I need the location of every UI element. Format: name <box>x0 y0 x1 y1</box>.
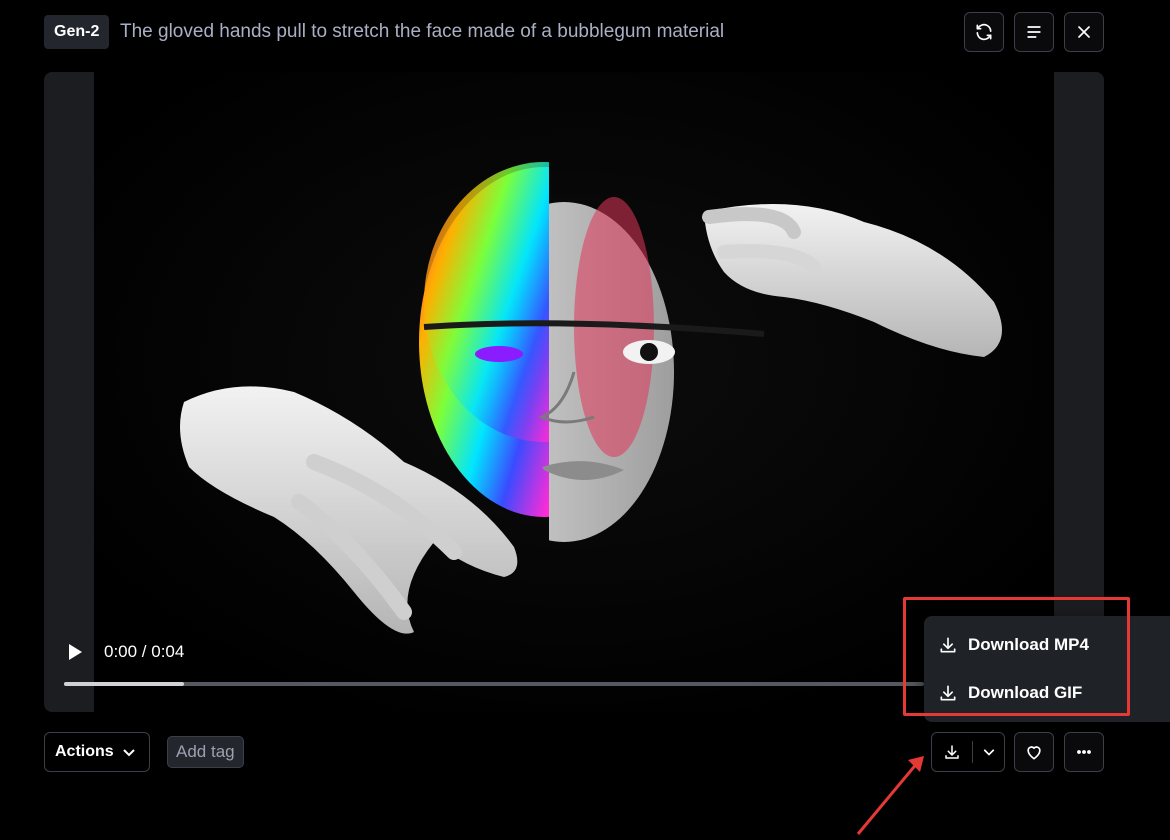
download-button[interactable] <box>932 733 972 771</box>
download-options-toggle[interactable] <box>973 733 1004 771</box>
actions-button[interactable]: Actions <box>44 732 150 772</box>
regenerate-button[interactable] <box>964 12 1004 52</box>
text-align-icon <box>1027 26 1041 38</box>
heart-icon <box>1027 746 1041 760</box>
chevron-down-icon <box>122 749 135 757</box>
close-icon <box>1078 26 1090 38</box>
prompt-title: The gloved hands pull to stretch the fac… <box>120 21 725 42</box>
video-thumbnail <box>94 72 1054 712</box>
play-icon[interactable] <box>66 643 84 661</box>
download-mp4-label: Download MP4 <box>968 635 1089 654</box>
favorite-button[interactable] <box>1014 732 1054 772</box>
add-tag-button[interactable]: Add tag <box>167 736 244 768</box>
annotation-arrow <box>856 756 924 835</box>
download-icon <box>940 637 956 653</box>
download-split-button <box>931 732 1005 772</box>
download-gif-label: Download GIF <box>968 683 1083 702</box>
more-horizontal-icon <box>1077 750 1091 754</box>
download-menu: Download MP4 Download GIF <box>924 616 1170 722</box>
seek-bar[interactable] <box>64 682 924 686</box>
model-badge: Gen-2 <box>44 15 110 49</box>
more-options-button[interactable] <box>1064 732 1104 772</box>
refresh-icon <box>976 23 992 41</box>
seek-bar-progress <box>64 682 185 686</box>
actions-label: Actions <box>55 743 114 760</box>
close-button[interactable] <box>1064 12 1104 52</box>
video-frame <box>94 72 1054 712</box>
chevron-down-icon <box>983 749 994 756</box>
download-gif-option[interactable]: Download GIF <box>938 675 1082 711</box>
download-mp4-option[interactable]: Download MP4 <box>938 627 1089 663</box>
playback-time: 0:00 / 0:04 <box>104 642 185 661</box>
details-button[interactable] <box>1014 12 1054 52</box>
download-icon <box>940 685 956 701</box>
download-icon <box>945 745 959 759</box>
